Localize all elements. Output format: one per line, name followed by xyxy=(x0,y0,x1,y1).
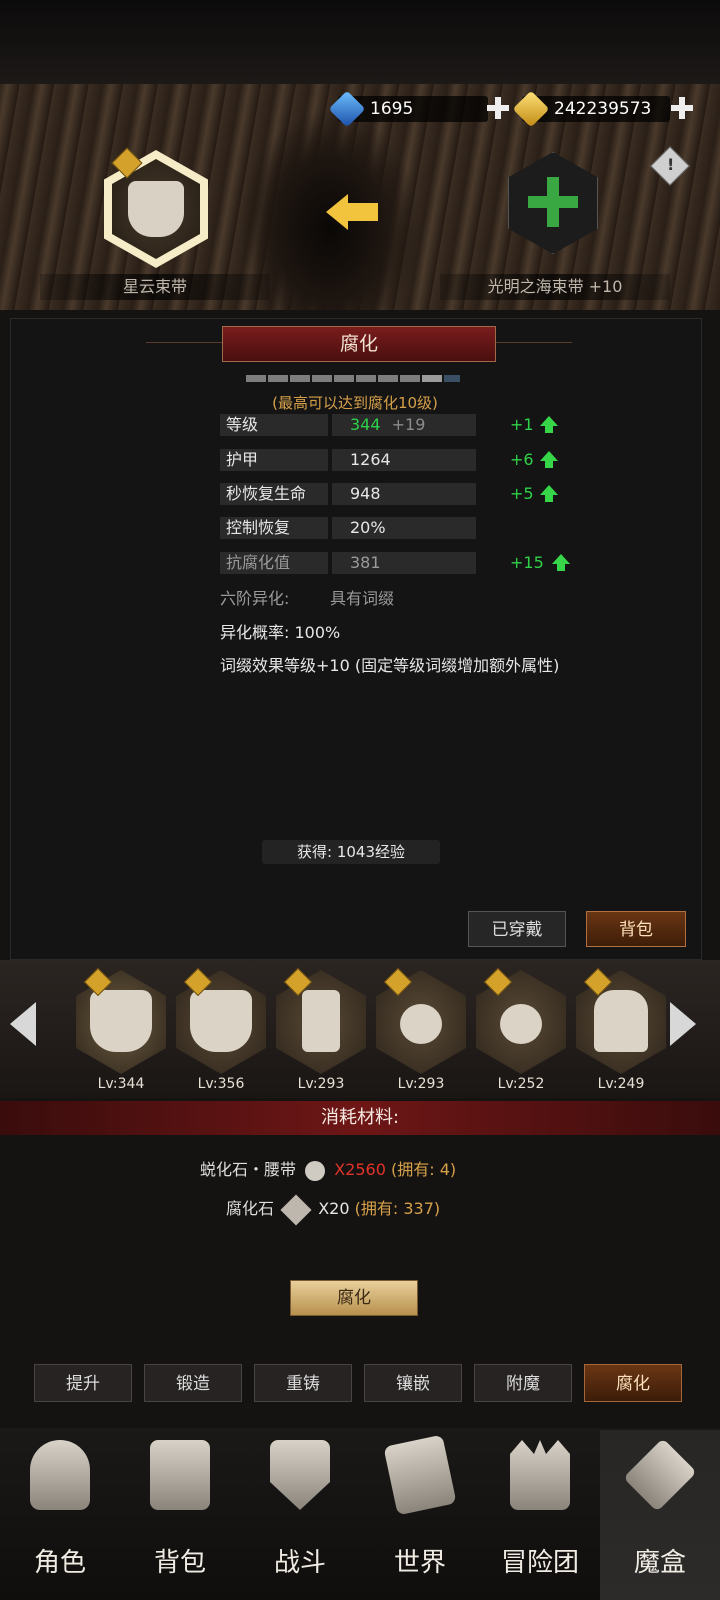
stat-label: 秒恢复生命 xyxy=(220,483,328,505)
material-owned: (拥有: 4) xyxy=(390,1160,457,1179)
tab-inlay[interactable]: 镶嵌 xyxy=(364,1364,462,1402)
material-row: 腐化石 X20 (拥有: 337) xyxy=(226,1193,526,1226)
stat-label: 控制恢复 xyxy=(220,517,328,539)
corruption-stone-icon xyxy=(280,1193,312,1226)
item-slot[interactable]: Lv:344 xyxy=(76,967,166,1094)
materials-title: 消耗材料: xyxy=(0,1101,720,1135)
nav-adventure-group[interactable]: 冒险团 xyxy=(480,1430,600,1600)
mutation-rate: 异化概率: 100% xyxy=(220,623,341,642)
bag-button[interactable]: 背包 xyxy=(586,911,686,947)
mutation-value: 具有词缀 xyxy=(330,589,395,608)
nav-world[interactable]: 世界 xyxy=(360,1430,480,1600)
item-level: Lv:252 xyxy=(497,1076,545,1092)
stat-increase: +15 xyxy=(510,553,544,572)
gold-amount: 242239573 xyxy=(554,99,652,119)
material-name: 蜕化石・腰带 xyxy=(200,1160,297,1179)
cloth-icon xyxy=(594,990,648,1052)
helmet-icon xyxy=(30,1440,90,1510)
stat-row-armor: 护甲 1264 +6 xyxy=(220,449,580,471)
scroll-left-icon[interactable] xyxy=(10,1002,36,1046)
belt-icon xyxy=(128,181,184,237)
info-mark: ! xyxy=(667,155,675,174)
shield-sword-icon xyxy=(270,1440,330,1510)
panel-title: 腐化 xyxy=(222,326,496,362)
stat-row-regen: 秒恢复生命 948 +5 xyxy=(220,483,580,505)
stat-row-resist: 抗腐化值 381 +15 xyxy=(220,552,580,574)
arrow-left-icon xyxy=(326,194,348,230)
top-status-area xyxy=(0,0,720,84)
charm-icon xyxy=(400,1004,442,1044)
affix-note: 词缀效果等级+10 (固定等级词缀增加额外属性) xyxy=(220,656,560,675)
material-name: 腐化石 xyxy=(226,1199,275,1218)
add-gems-button[interactable] xyxy=(486,96,510,120)
charm-icon xyxy=(500,1004,542,1044)
corruption-progress xyxy=(246,375,460,382)
exp-gain: 获得: 1043经验 xyxy=(262,840,440,864)
gem-amount: 1695 xyxy=(370,99,414,119)
stat-value: 381 xyxy=(332,552,476,574)
stat-increase: +5 xyxy=(510,484,534,503)
boots-icon xyxy=(302,990,340,1052)
item-level: Lv:293 xyxy=(397,1076,445,1092)
material-qty: X2560 xyxy=(334,1160,386,1179)
plus-icon-bar xyxy=(528,196,578,208)
stat-value: 948 xyxy=(332,483,476,505)
equipped-button[interactable]: 已穿戴 xyxy=(468,911,566,947)
stat-value: 344 +19 xyxy=(332,414,476,436)
belt-icon xyxy=(190,990,252,1052)
scroll-right-icon[interactable] xyxy=(670,1002,696,1046)
backpack-icon xyxy=(150,1440,210,1510)
tab-forge[interactable]: 锻造 xyxy=(144,1364,242,1402)
tab-enchant[interactable]: 附魔 xyxy=(474,1364,572,1402)
max-level-note: (最高可以达到腐化10级) xyxy=(272,394,438,412)
nav-bag[interactable]: 背包 xyxy=(120,1430,240,1600)
stat-value: 20% xyxy=(332,517,476,539)
up-arrow-icon xyxy=(540,451,558,469)
item-slot[interactable]: Lv:293 xyxy=(376,967,466,1094)
material-owned: (拥有: 337) xyxy=(354,1199,441,1218)
up-arrow-icon xyxy=(540,416,558,434)
tab-recast[interactable]: 重铸 xyxy=(254,1364,352,1402)
nav-battle[interactable]: 战斗 xyxy=(240,1430,360,1600)
target-item-name: 光明之海束带 +10 xyxy=(440,274,670,300)
gem-currency: 1695 xyxy=(328,90,488,128)
stat-label: 护甲 xyxy=(220,449,328,471)
item-level: Lv:249 xyxy=(597,1076,645,1092)
item-level: Lv:344 xyxy=(97,1076,145,1092)
molt-stone-icon xyxy=(305,1160,326,1181)
arrow-left-shaft xyxy=(346,203,378,221)
item-slot[interactable]: Lv:252 xyxy=(476,967,566,1094)
item-level: Lv:356 xyxy=(197,1076,245,1092)
add-gold-button[interactable] xyxy=(670,96,694,120)
current-item-name: 星云束带 xyxy=(40,274,270,300)
gold-currency: 242239573 xyxy=(512,90,670,128)
cube-icon xyxy=(623,1438,697,1512)
stat-row-control: 控制恢复 20% xyxy=(220,517,580,539)
item-slot[interactable]: Lv:293 xyxy=(276,967,366,1094)
material-qty: X20 xyxy=(318,1199,350,1218)
stat-label: 抗腐化值 xyxy=(220,552,328,574)
tab-corrupt[interactable]: 腐化 xyxy=(584,1364,682,1402)
stat-label: 等级 xyxy=(220,414,328,436)
nav-character[interactable]: 角色 xyxy=(0,1430,120,1600)
up-arrow-icon xyxy=(552,554,570,572)
item-slot[interactable]: Lv:356 xyxy=(176,967,266,1094)
item-slot[interactable]: Lv:249 xyxy=(576,967,666,1094)
stat-value: 1264 xyxy=(332,449,476,471)
castle-icon xyxy=(510,1440,570,1510)
stat-increase: +6 xyxy=(510,450,534,469)
corrupt-action-button[interactable]: 腐化 xyxy=(290,1280,418,1316)
belt-icon xyxy=(90,990,152,1052)
item-level: Lv:293 xyxy=(297,1076,345,1092)
stat-row-level: 等级 344 +19 +1 xyxy=(220,414,580,436)
map-scroll-icon xyxy=(383,1434,457,1516)
nav-magic-box[interactable]: 魔盒 xyxy=(600,1430,720,1600)
material-row: 蜕化石・腰带 X2560 (拥有: 4) xyxy=(200,1158,540,1182)
tab-upgrade[interactable]: 提升 xyxy=(34,1364,132,1402)
mutation-label: 六阶异化: xyxy=(220,589,290,608)
stat-increase: +1 xyxy=(510,415,534,434)
up-arrow-icon xyxy=(540,485,558,503)
